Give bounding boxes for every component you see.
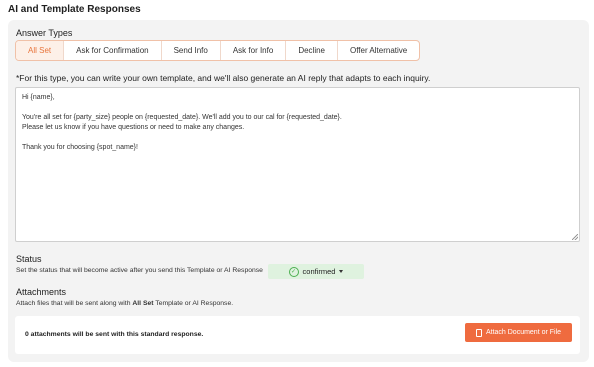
- attach-file-button[interactable]: Attach Document or File: [465, 323, 572, 342]
- status-value: confirmed: [302, 267, 336, 276]
- tab-ask-for-confirmation[interactable]: Ask for Confirmation: [64, 41, 162, 60]
- tab-decline[interactable]: Decline: [286, 41, 338, 60]
- tab-offer-alternative[interactable]: Offer Alternative: [338, 41, 419, 60]
- attachments-box: 0 attachments will be sent with this sta…: [15, 316, 580, 354]
- check-circle-icon: ✓: [288, 266, 299, 277]
- tab-send-info[interactable]: Send Info: [162, 41, 221, 60]
- attachments-description-type: All Set: [132, 300, 154, 307]
- attachments-count: 0 attachments will be sent with this sta…: [25, 331, 204, 338]
- answer-type-tabs: All Set Ask for Confirmation Send Info A…: [15, 40, 421, 61]
- document-icon: [475, 328, 482, 337]
- attachments-heading: Attachments: [16, 287, 67, 297]
- answer-types-heading: Answer Types: [16, 28, 73, 38]
- template-hint: *For this type, you can write your own t…: [16, 73, 431, 83]
- attach-file-button-label: Attach Document or File: [485, 329, 562, 336]
- attachments-description-prefix: Attach files that will be sent along wit…: [16, 300, 133, 307]
- status-heading: Status: [16, 254, 42, 264]
- status-dropdown[interactable]: ✓ confirmed: [268, 264, 364, 279]
- tab-ask-for-info[interactable]: Ask for Info: [221, 41, 287, 60]
- status-description: Set the status that will become active a…: [16, 267, 263, 274]
- template-textarea[interactable]: Hi {name}, You're all set for {party_siz…: [15, 87, 580, 242]
- tab-all-set[interactable]: All Set: [16, 41, 65, 60]
- attachments-description-suffix: Template or AI Response.: [153, 300, 234, 307]
- resize-grip-icon[interactable]: [572, 234, 578, 240]
- caret-down-icon: [339, 270, 344, 273]
- section-title: AI and Template Responses: [8, 4, 141, 15]
- attachments-description: Attach files that will be sent along wit…: [16, 300, 233, 307]
